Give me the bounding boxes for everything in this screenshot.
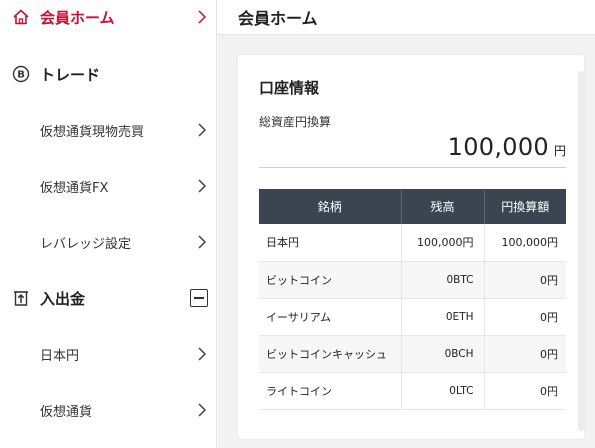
card-title: 口座情報: [259, 79, 320, 97]
table-row: イーサリアム 0ETH 0円: [259, 298, 566, 336]
chevron-right-icon: [198, 10, 207, 24]
sidebar-item-crypto-fx[interactable]: 仮想通貨FX: [0, 174, 217, 198]
currency-name: イーサリアム: [259, 298, 401, 336]
sidebar-item-label: 日本円: [40, 348, 80, 364]
column-header-balance: 残高: [400, 189, 484, 224]
bitcoin-icon: B: [12, 65, 30, 83]
chevron-right-icon: [198, 403, 207, 417]
jpy-value: 0円: [483, 298, 566, 336]
chevron-right-icon: [198, 347, 207, 361]
currency-name: ビットコインキャッシュ: [259, 335, 401, 373]
account-info-card: 口座情報 総資産円換算 100,000 円 銘柄 残高 円換算額 日本円 100…: [238, 55, 584, 439]
chevron-right-icon: [198, 179, 207, 193]
jpy-value: 0円: [483, 261, 566, 299]
deposit-withdraw-icon: [12, 289, 30, 307]
sidebar-item-member-home[interactable]: 会員ホーム: [0, 5, 217, 29]
page-header: 会員ホーム: [218, 0, 595, 35]
total-assets-amount: 100,000: [447, 133, 549, 161]
balance-value: 0LTC: [400, 372, 484, 410]
total-assets-unit: 円: [553, 144, 566, 158]
sidebar-item-label: トレード: [40, 65, 101, 84]
page-title: 会員ホーム: [238, 9, 318, 28]
currency-name: ビットコイン: [259, 261, 401, 299]
sidebar-item-deposit-withdraw[interactable]: 入出金: [0, 286, 217, 310]
scrollbar[interactable]: [578, 71, 584, 431]
divider: [259, 167, 566, 168]
holdings-table: 銘柄 残高 円換算額 日本円 100,000円 100,000円 ビットコイン …: [259, 189, 566, 410]
chevron-right-icon: [198, 235, 207, 249]
home-icon: [12, 8, 30, 26]
table-row: 日本円 100,000円 100,000円: [259, 224, 566, 262]
table-row: ビットコインキャッシュ 0BCH 0円: [259, 335, 566, 373]
sidebar-item-spot-trading[interactable]: 仮想通貨現物売買: [0, 118, 217, 142]
column-header-jpy-value: 円換算額: [483, 189, 566, 224]
jpy-value: 0円: [483, 335, 566, 373]
sidebar-item-label: 仮想通貨FX: [40, 180, 109, 196]
sidebar-item-label: レバレッジ設定: [40, 236, 132, 252]
sidebar-item-label: 会員ホーム: [40, 8, 115, 27]
chevron-right-icon: [198, 123, 207, 137]
svg-text:B: B: [17, 70, 25, 81]
sidebar-item-label: 入出金: [40, 289, 86, 308]
table-row: ビットコイン 0BTC 0円: [259, 261, 566, 299]
currency-name: ライトコイン: [259, 372, 401, 410]
sidebar-item-trade[interactable]: B トレード: [0, 62, 217, 86]
jpy-value: 0円: [483, 372, 566, 410]
balance-value: 0BTC: [400, 261, 484, 299]
sidebar-item-label: 仮想通貨: [40, 404, 93, 420]
total-assets-label: 総資産円換算: [259, 115, 332, 129]
balance-value: 100,000円: [400, 224, 484, 262]
sidebar: 会員ホーム B トレード 仮想通貨現物売買 仮想通貨FX レバレッジ設定 入出金…: [0, 0, 217, 448]
currency-name: 日本円: [259, 224, 401, 262]
collapse-icon[interactable]: [190, 289, 208, 307]
sidebar-item-label: 仮想通貨現物売買: [40, 124, 145, 140]
balance-value: 0BCH: [400, 335, 484, 373]
sidebar-item-jpy[interactable]: 日本円: [0, 342, 217, 366]
table-header-row: 銘柄 残高 円換算額: [259, 189, 566, 224]
balance-value: 0ETH: [400, 298, 484, 336]
main-content: 会員ホーム 口座情報 総資産円換算 100,000 円 銘柄 残高 円換算額 日…: [218, 0, 595, 448]
total-assets-value: 100,000 円: [448, 133, 566, 161]
table-row: ライトコイン 0LTC 0円: [259, 372, 566, 410]
jpy-value: 100,000円: [483, 224, 566, 262]
sidebar-item-leverage-settings[interactable]: レバレッジ設定: [0, 230, 217, 254]
column-header-currency: 銘柄: [259, 189, 401, 224]
sidebar-item-crypto[interactable]: 仮想通貨: [0, 398, 217, 422]
